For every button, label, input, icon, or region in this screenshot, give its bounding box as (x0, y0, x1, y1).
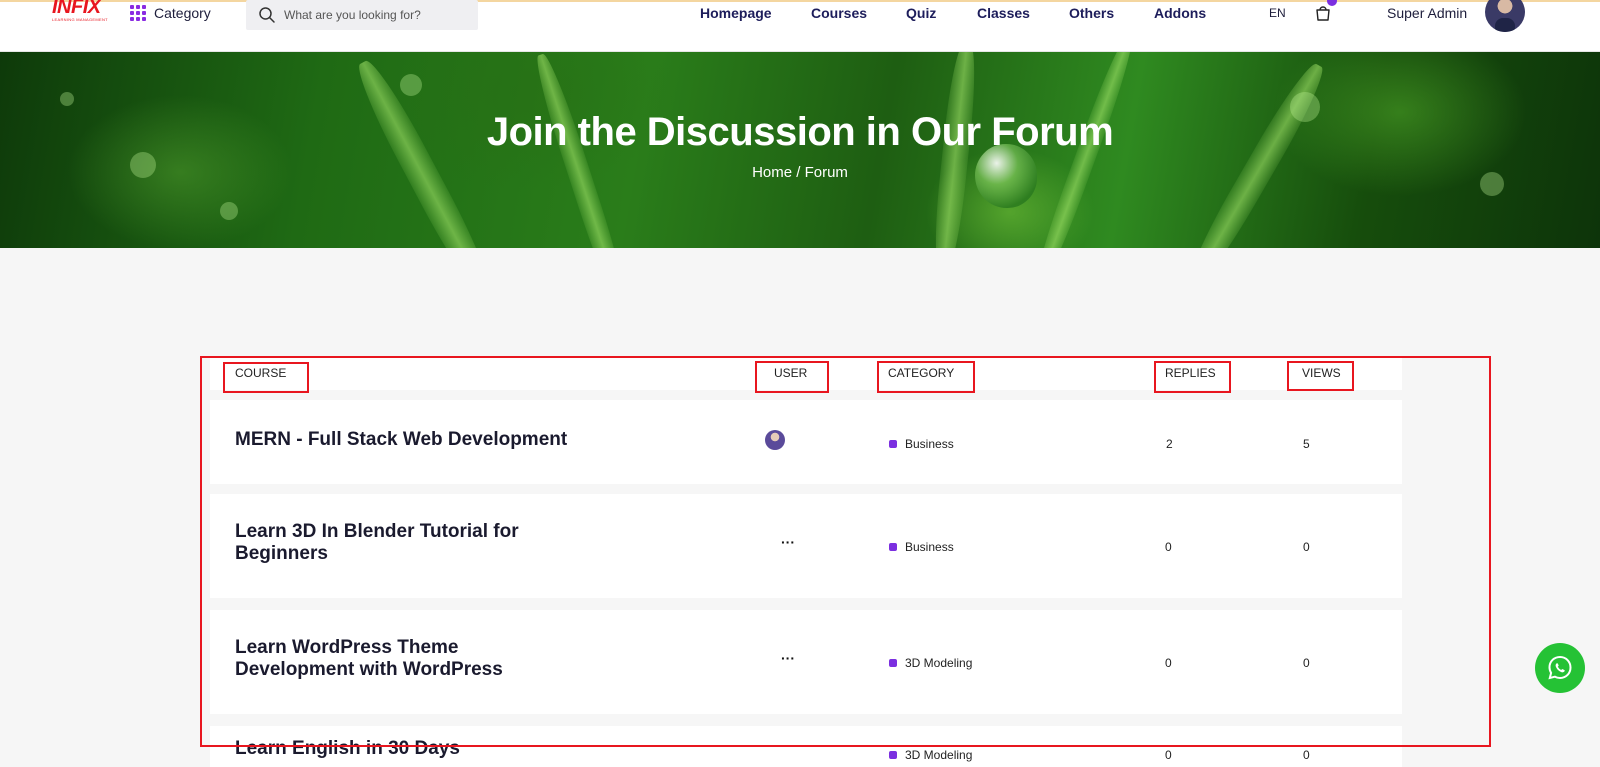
table-row[interactable]: Learn WordPress Theme Development with W… (210, 610, 1402, 714)
views-count: 0 (1303, 656, 1310, 670)
language-selector[interactable]: EN (1269, 6, 1286, 20)
replies-count: 2 (1166, 437, 1173, 451)
breadcrumb-current: Forum (804, 164, 848, 181)
cart-count-badge (1327, 0, 1337, 6)
header-replies: REPLIES (1165, 366, 1216, 380)
table-row[interactable]: Learn English in 30 Days 3D Modeling 0 0 (210, 726, 1402, 767)
category-dot (889, 543, 897, 551)
cart-icon[interactable] (1313, 3, 1333, 23)
search-bar[interactable] (246, 0, 478, 30)
user-name[interactable]: Super Admin (1387, 5, 1467, 21)
views-count: 5 (1303, 437, 1310, 451)
nav-addons[interactable]: Addons (1154, 5, 1206, 21)
search-input[interactable] (284, 8, 464, 22)
table-row[interactable]: MERN - Full Stack Web Development Busine… (210, 400, 1402, 484)
category-dot (889, 751, 897, 759)
category-cell: Business (889, 437, 954, 451)
top-accent-line (0, 0, 1600, 2)
category-dot (889, 440, 897, 448)
category-cell: 3D Modeling (889, 748, 972, 762)
nav-courses[interactable]: Courses (811, 5, 867, 21)
category-label: Business (905, 540, 954, 554)
header-views: VIEWS (1302, 366, 1341, 380)
table-header-row: COURSE USER CATEGORY REPLIES VIEWS (210, 358, 1402, 390)
forum-banner: Join the Discussion in Our Forum Home / … (0, 52, 1600, 248)
breadcrumb-home-link[interactable]: Home (752, 164, 792, 181)
row-user-placeholder: ··· (781, 650, 795, 666)
category-label: 3D Modeling (905, 748, 973, 762)
nav-classes[interactable]: Classes (977, 5, 1030, 21)
course-title-link[interactable]: Learn 3D In Blender Tutorial for Beginne… (235, 521, 575, 565)
replies-count: 0 (1165, 656, 1172, 670)
row-user-avatar[interactable] (765, 430, 785, 450)
table-row[interactable]: Learn 3D In Blender Tutorial for Beginne… (210, 494, 1402, 598)
row-user-placeholder: ··· (781, 534, 795, 550)
category-menu-button[interactable]: Category (130, 3, 211, 23)
site-logo[interactable]: INFIX LEARNING MANAGEMENT (52, 0, 118, 26)
search-icon (259, 7, 275, 23)
page-title: Join the Discussion in Our Forum (486, 110, 1114, 154)
category-label: 3D Modeling (905, 656, 973, 670)
views-count: 0 (1303, 748, 1310, 762)
top-navbar: INFIX LEARNING MANAGEMENT Category Homep… (0, 0, 1600, 52)
course-title-link[interactable]: Learn English in 30 Days (235, 738, 575, 760)
whatsapp-button[interactable] (1535, 643, 1585, 693)
replies-count: 0 (1165, 748, 1172, 762)
replies-count: 0 (1165, 540, 1172, 554)
course-title-link[interactable]: Learn WordPress Theme Development with W… (235, 637, 535, 681)
breadcrumb: Home / Forum (0, 164, 1600, 181)
category-dot (889, 659, 897, 667)
grid-icon (130, 5, 146, 21)
header-user: USER (774, 366, 808, 380)
category-cell: 3D Modeling (889, 656, 972, 670)
category-label: Business (905, 437, 954, 451)
nav-homepage[interactable]: Homepage (700, 5, 772, 21)
header-category: CATEGORY (888, 366, 955, 380)
header-course: COURSE (235, 366, 287, 380)
whatsapp-icon (1548, 655, 1572, 680)
logo-subtext: LEARNING MANAGEMENT (52, 17, 108, 22)
category-cell: Business (889, 540, 954, 554)
user-avatar[interactable] (1485, 0, 1525, 32)
category-label: Category (154, 5, 211, 21)
breadcrumb-separator: / (796, 164, 801, 181)
course-title-link[interactable]: MERN - Full Stack Web Development (235, 429, 575, 451)
nav-others[interactable]: Others (1069, 5, 1114, 21)
nav-quiz[interactable]: Quiz (906, 5, 936, 21)
views-count: 0 (1303, 540, 1310, 554)
